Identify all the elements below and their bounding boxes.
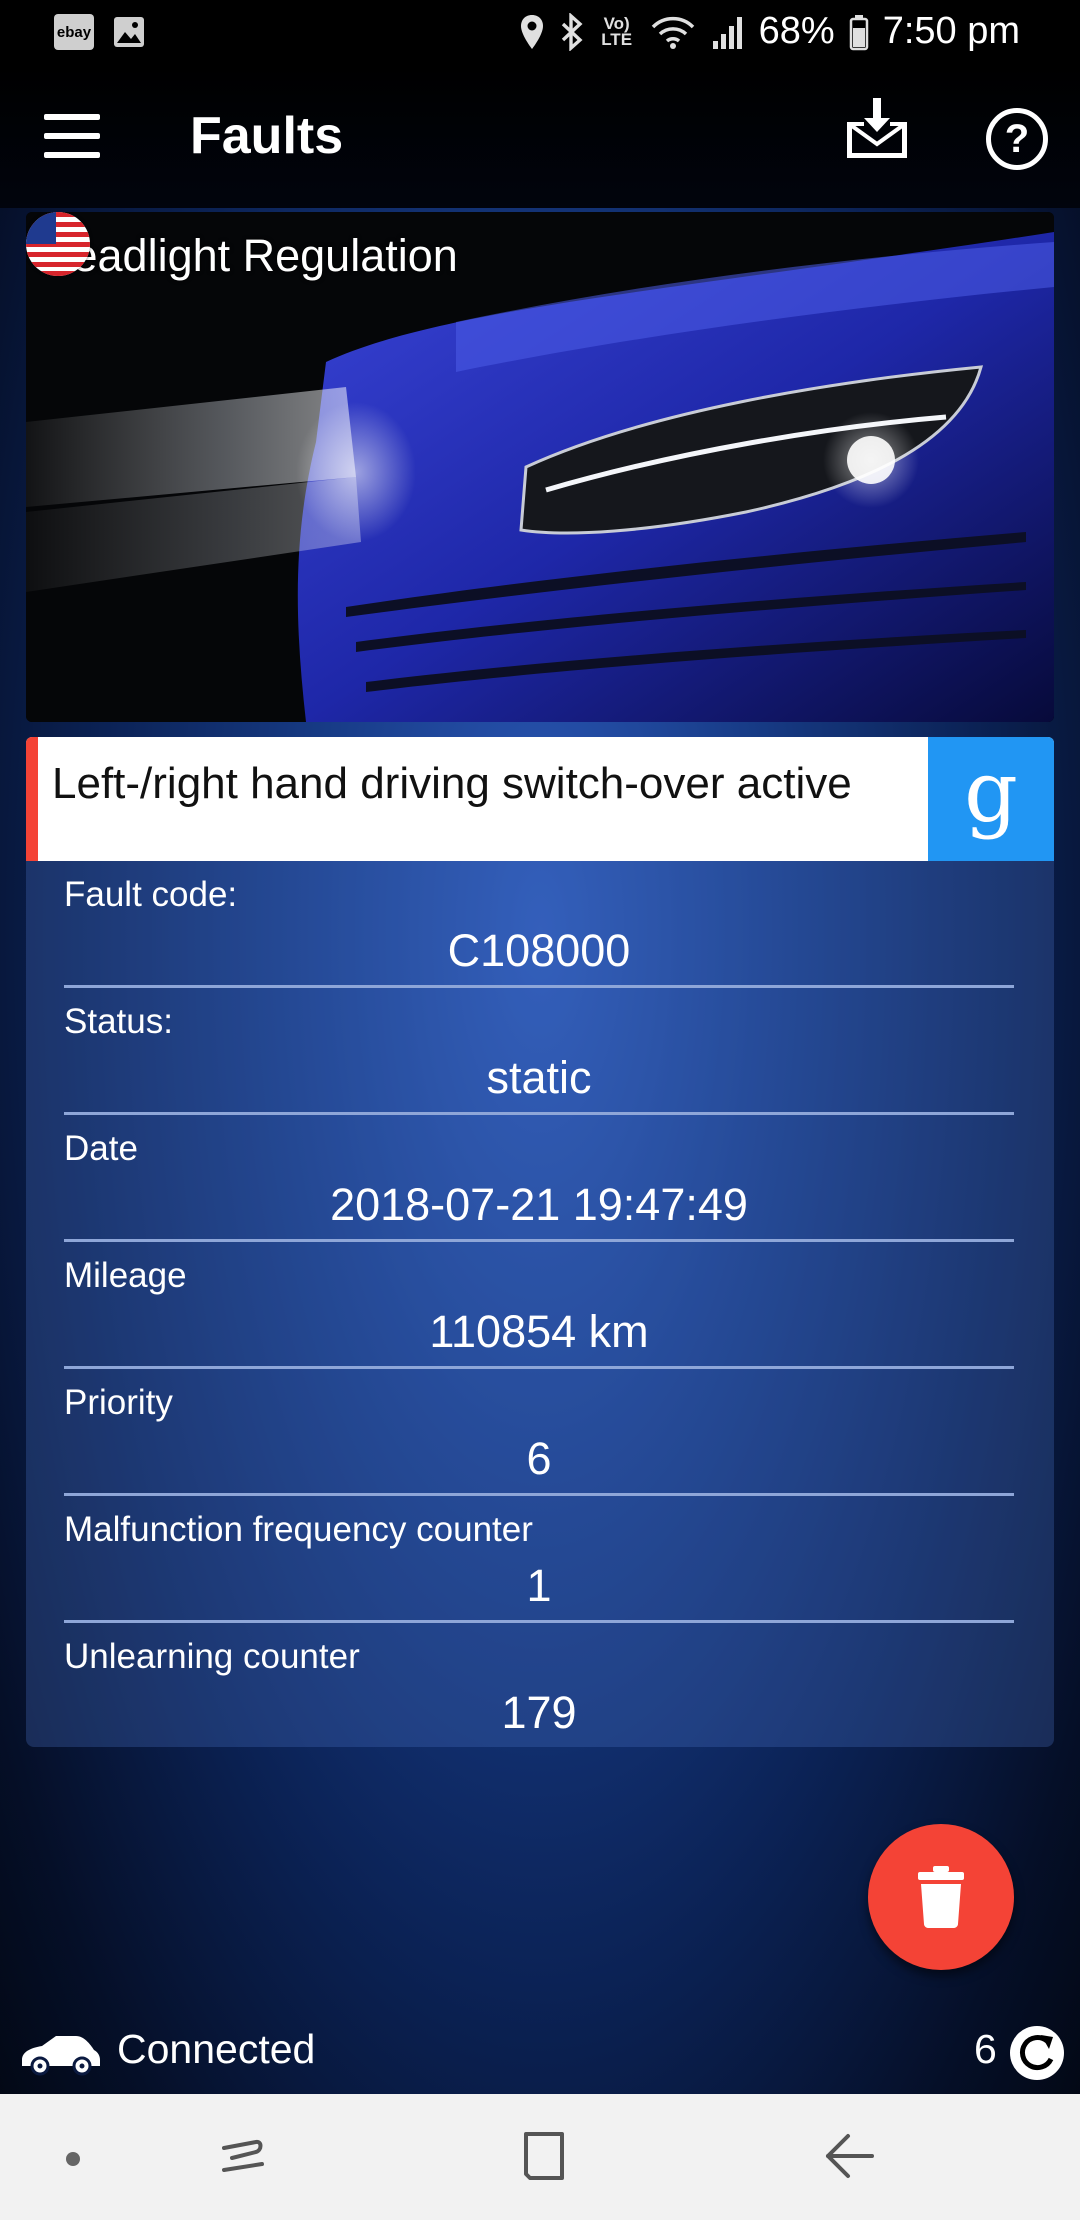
detail-value: 1 <box>526 1560 552 1611</box>
download-icon[interactable] <box>844 96 910 162</box>
detail-value: 179 <box>501 1687 577 1738</box>
detail-row-status: Status: static <box>64 988 1014 1115</box>
google-icon: g <box>964 743 1018 841</box>
page-title: Faults <box>190 107 344 165</box>
nav-dot[interactable] <box>66 2152 80 2166</box>
help-icon[interactable]: ? <box>986 108 1048 170</box>
ebay-icon: ebay <box>54 14 94 50</box>
detail-label: Malfunction frequency counter <box>64 1510 533 1549</box>
location-icon <box>520 14 543 49</box>
system-nav-bar <box>0 2094 1080 2220</box>
connection-status: Connected <box>117 2026 316 2072</box>
gallery-icon <box>114 17 144 47</box>
signal-icon <box>712 16 742 49</box>
car-headlight-illustration <box>26 212 1054 722</box>
detail-label: Unlearning counter <box>64 1637 360 1676</box>
detail-value: 110854 km <box>429 1306 649 1357</box>
battery-icon <box>849 14 868 50</box>
back-icon[interactable] <box>822 2128 878 2184</box>
detail-value: 6 <box>526 1433 552 1484</box>
battery-percent: 68% <box>758 10 835 52</box>
hero-title: Headlight Regulation <box>40 230 458 281</box>
detail-label: Status: <box>64 1002 173 1041</box>
volte-icon: Vo) LTE <box>601 13 633 49</box>
app-bar: Faults ? <box>0 66 1080 208</box>
recent-apps-icon[interactable] <box>216 2128 272 2184</box>
detail-label: Fault code: <box>64 875 238 914</box>
hero-image: Headlight Regulation <box>26 212 1054 722</box>
detail-row-fault-code: Fault code: C108000 <box>64 861 1014 988</box>
delete-button[interactable] <box>868 1824 1014 1970</box>
status-bar: ebay Vo) LTE 68% 7:50 pm <box>0 0 1080 66</box>
detail-value: 2018-07-21 19:47:49 <box>330 1179 748 1230</box>
menu-icon[interactable] <box>44 114 100 158</box>
bluetooth-icon <box>561 12 583 51</box>
google-search-button[interactable]: g <box>928 737 1054 861</box>
car-icon <box>22 2036 100 2076</box>
fault-details: Fault code: C108000 Status: static Date … <box>26 861 1054 1747</box>
wifi-icon <box>651 16 694 49</box>
connection-bar: Connected 6 <box>0 2016 1080 2090</box>
us-flag-icon[interactable] <box>26 212 90 276</box>
detail-row-unlearning-counter: Unlearning counter 179 <box>64 1623 1014 1750</box>
fault-header: Left-/right hand driving switch-over act… <box>26 737 1054 861</box>
trash-icon <box>918 1866 964 1928</box>
detail-row-mileage: Mileage 110854 km <box>64 1242 1014 1369</box>
fault-title: Left-/right hand driving switch-over act… <box>52 759 852 808</box>
fault-accent-bar <box>26 737 38 861</box>
connection-count: 6 <box>974 2026 997 2072</box>
detail-row-date: Date 2018-07-21 19:47:49 <box>64 1115 1014 1242</box>
clock: 7:50 pm <box>882 10 1020 52</box>
detail-label: Date <box>64 1129 138 1168</box>
detail-row-malfunction-frequency: Malfunction frequency counter 1 <box>64 1496 1014 1623</box>
detail-value: static <box>486 1052 592 1103</box>
home-icon[interactable] <box>516 2128 572 2184</box>
detail-value: C108000 <box>447 925 631 976</box>
detail-label: Mileage <box>64 1256 187 1295</box>
detail-label: Priority <box>64 1383 173 1422</box>
system-status: Vo) LTE 68% 7:50 pm <box>519 10 1020 53</box>
refresh-arrow-icon <box>1019 2035 1054 2070</box>
notification-icons: ebay <box>54 14 146 50</box>
detail-row-priority: Priority 6 <box>64 1369 1014 1496</box>
refresh-icon[interactable] <box>1010 2026 1064 2080</box>
